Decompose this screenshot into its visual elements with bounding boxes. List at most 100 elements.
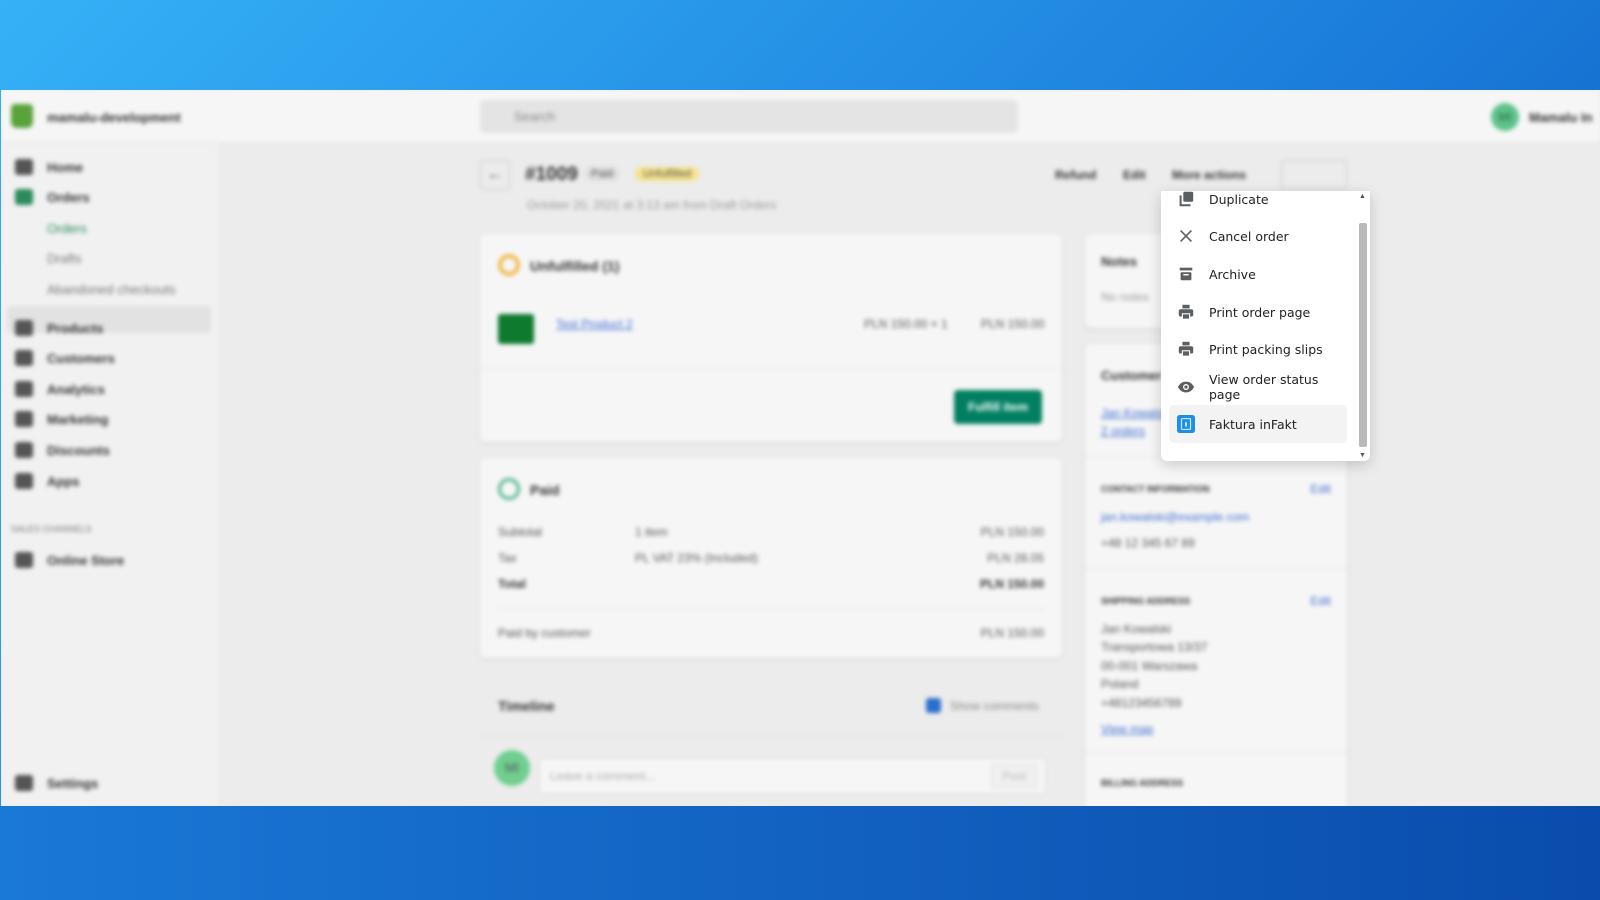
topbar: mamalu-development Search MI Mamalu In xyxy=(1,90,1600,143)
menu-item-print-packing-slips[interactable]: Print packing slips xyxy=(1169,331,1347,367)
show-comments-checkbox[interactable] xyxy=(926,698,941,713)
discounts-icon xyxy=(15,442,33,458)
order-subtitle: October 20, 2021 at 3:13 am from Draft O… xyxy=(527,198,777,212)
unfulfilled-icon xyxy=(498,254,520,276)
edit-contact-link[interactable]: Edit xyxy=(1310,482,1331,496)
analytics-icon xyxy=(15,381,33,397)
infakt-app-icon xyxy=(1177,415,1195,433)
menu-item-label: Faktura inFakt xyxy=(1209,416,1297,432)
menu-item-label: Cancel order xyxy=(1209,228,1289,244)
sidebar-item-online-store[interactable]: Online Store xyxy=(47,553,124,568)
subtotal-desc: 1 item xyxy=(635,525,668,539)
paid-card: Paid Subtotal 1 item PLN 150.00 Tax PL V… xyxy=(480,458,1062,658)
menu-item-faktura-infakt[interactable]: Faktura inFakt xyxy=(1169,405,1347,443)
user-name[interactable]: Mamalu In xyxy=(1529,110,1593,125)
paid-badge: Paid xyxy=(585,167,620,181)
menu-scrollbar[interactable]: ▲ ▼ xyxy=(1357,191,1368,461)
background-band xyxy=(0,806,1600,900)
sidebar-sub-abandoned[interactable]: Abandoned checkouts xyxy=(47,282,176,297)
refund-button[interactable]: Refund xyxy=(1055,168,1096,182)
tax-desc: PL VAT 23% (Included) xyxy=(635,551,758,565)
divider xyxy=(480,368,1062,369)
notes-title: Notes xyxy=(1101,254,1138,269)
shopify-admin-window: mamalu-development Search MI Mamalu In H… xyxy=(1,90,1600,806)
menu-item-print-order-page[interactable]: Print order page xyxy=(1169,294,1347,330)
tax-label: Tax xyxy=(498,551,517,565)
order-number: #1009 xyxy=(525,164,578,185)
menu-item-label: Print packing slips xyxy=(1209,341,1323,357)
unfulfilled-title: Unfulfilled (1) xyxy=(530,258,620,274)
sidebar-item-products[interactable]: Products xyxy=(47,321,103,336)
menu-item-view-order-status-page[interactable]: View order status page xyxy=(1169,369,1347,405)
post-button[interactable]: Post xyxy=(991,764,1038,788)
sidebar-item-apps[interactable]: Apps xyxy=(47,474,80,489)
sidebar-item-orders[interactable]: Orders xyxy=(47,190,90,205)
paid-check-icon xyxy=(498,478,520,500)
shopify-logo-icon xyxy=(11,104,33,128)
menu-item-cancel-order[interactable]: Cancel order xyxy=(1169,218,1347,254)
search-input[interactable]: Search xyxy=(480,100,1018,133)
view-map-link[interactable]: View map xyxy=(1101,722,1153,736)
subtotal-label: Subtotal xyxy=(498,525,543,539)
home-icon xyxy=(15,159,33,175)
comment-avatar: MI xyxy=(494,750,530,786)
sidebar-item-settings[interactable]: Settings xyxy=(47,776,98,791)
shipping-title: SHIPPING ADDRESS xyxy=(1101,596,1191,606)
edit-shipping-link[interactable]: Edit xyxy=(1310,594,1331,608)
customer-email[interactable]: jan.kowalski@example.com xyxy=(1101,510,1249,524)
menu-item-label: View order status page xyxy=(1209,372,1319,402)
scroll-down-arrow-icon[interactable]: ▼ xyxy=(1359,452,1366,459)
paid-title: Paid xyxy=(530,482,560,498)
customer-orders-link[interactable]: 2 orders xyxy=(1101,424,1145,438)
marketing-icon xyxy=(15,411,33,427)
address-line: +48123456789 xyxy=(1101,696,1182,710)
sidebar-sub-drafts[interactable]: Drafts xyxy=(47,251,82,266)
unfulfilled-badge: Unfulfilled xyxy=(635,167,700,181)
product-link[interactable]: Test Product 2 xyxy=(556,317,633,331)
duplicate-icon xyxy=(1179,191,1194,207)
avatar[interactable]: MI xyxy=(1491,103,1519,131)
sidebar-item-discounts[interactable]: Discounts xyxy=(47,443,110,458)
sidebar: Home Orders Orders Drafts Abandoned chec… xyxy=(1,143,220,806)
apps-icon xyxy=(15,473,33,489)
scroll-up-arrow-icon[interactable]: ▲ xyxy=(1359,193,1366,200)
timeline-title: Timeline xyxy=(498,698,555,714)
paid-by-label: Paid by customer xyxy=(498,626,591,640)
billing-title: BILLING ADDRESS xyxy=(1101,778,1184,788)
products-icon xyxy=(15,320,33,336)
fulfill-item-button[interactable]: Fulfill item xyxy=(954,390,1042,424)
product-qty-price: PLN 150.00 × 1 xyxy=(864,317,948,331)
menu-item-archive[interactable]: Archive xyxy=(1169,256,1347,292)
close-icon xyxy=(1180,230,1192,242)
edit-button[interactable]: Edit xyxy=(1123,168,1146,182)
archive-icon xyxy=(1179,267,1193,281)
more-actions-button[interactable]: More actions xyxy=(1172,168,1246,182)
sidebar-sub-orders[interactable]: Orders xyxy=(47,221,87,236)
divider xyxy=(498,608,1044,609)
store-switcher[interactable]: mamalu-development xyxy=(47,110,181,125)
sidebar-item-marketing[interactable]: Marketing xyxy=(47,412,108,427)
menu-item-duplicate[interactable]: Duplicate xyxy=(1169,181,1347,217)
address-line: Transportowa 13/37 xyxy=(1101,640,1208,654)
sidebar-item-home[interactable]: Home xyxy=(47,160,83,175)
total-value: PLN 150.00 xyxy=(979,577,1044,591)
paid-by-value: PLN 150.00 xyxy=(980,626,1044,640)
customer-phone: +48 12 345 67 89 xyxy=(1101,536,1195,550)
address-line: 00-001 Warszawa xyxy=(1101,659,1198,673)
eye-icon xyxy=(1177,381,1195,393)
selected-bg xyxy=(7,306,211,333)
divider xyxy=(1085,568,1347,569)
store-icon xyxy=(15,552,33,568)
comment-input[interactable]: Leave a comment... xyxy=(539,758,1046,794)
customer-title: Customer xyxy=(1101,368,1162,383)
unfulfilled-card: Unfulfilled (1) Test Product 2 PLN 150.0… xyxy=(480,234,1062,442)
show-comments-label: Show comments xyxy=(950,699,1039,713)
back-button[interactable]: ← xyxy=(480,160,510,190)
sidebar-item-customers[interactable]: Customers xyxy=(47,351,115,366)
subtotal-value: PLN 150.00 xyxy=(980,525,1044,539)
sidebar-item-analytics[interactable]: Analytics xyxy=(47,382,105,397)
product-thumbnail xyxy=(498,314,534,344)
more-actions-menu: Duplicate Cancel order Archive Print ord… xyxy=(1161,191,1370,461)
menu-item-label: Archive xyxy=(1209,266,1256,282)
scrollbar-thumb[interactable] xyxy=(1359,223,1367,447)
